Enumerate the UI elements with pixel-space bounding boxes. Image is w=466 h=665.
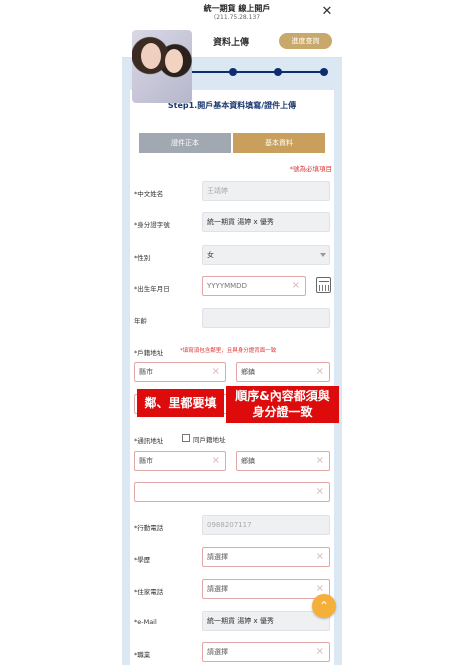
mobile-field[interactable]: 0988207117 xyxy=(202,515,330,535)
clear-icon[interactable]: × xyxy=(292,277,300,295)
same-as-household-label: 同戶籍地址 xyxy=(193,436,226,444)
calendar-icon[interactable] xyxy=(316,277,331,293)
page-title: 資料上傳 xyxy=(212,38,249,48)
email-field[interactable]: 統一期貨 湯婷 x 優秀 xyxy=(202,611,330,631)
name-field[interactable]: 王靖婷 xyxy=(202,181,330,201)
id-row: *身分證字號 統一期貨 湯婷 x 優秀 xyxy=(130,212,334,236)
gender-row: *性別 女 xyxy=(130,245,334,269)
close-icon[interactable]: ✕ xyxy=(320,5,334,19)
callout-neighborhood-note: 鄰、里都要填 xyxy=(137,389,224,417)
callout-order-line2: 身分證一致 xyxy=(252,405,313,419)
household-address-label: *戶籍地址 xyxy=(134,349,164,357)
mailing-address-label: *通訊地址 xyxy=(134,437,164,445)
home-phone-value: 請選擇 xyxy=(207,585,228,593)
birthday-row: *出生年月日 YYYYMMDD × xyxy=(130,276,334,300)
home-phone-label: *住家電話 xyxy=(134,588,164,596)
age-label: 年齡 xyxy=(134,317,147,325)
mailing-county-input[interactable]: 縣市 × xyxy=(134,451,226,471)
top-bar: 統一期貨 線上開戶 (211.75.28.137 ✕ xyxy=(122,0,342,28)
app-title: 統一期貨 線上開戶 xyxy=(203,4,271,13)
birthday-input[interactable]: YYYYMMDD × xyxy=(202,276,306,296)
mailing-address-fields: 縣市 × 鄉鎮 × xyxy=(130,451,334,475)
household-address-note: *填寫須包含鄰里，且與身分證背面一致 xyxy=(180,348,277,354)
clear-icon[interactable]: × xyxy=(212,363,220,381)
household-county-input[interactable]: 縣市 × xyxy=(134,362,226,382)
chevron-down-icon xyxy=(320,253,326,257)
education-value: 請選擇 xyxy=(207,553,228,561)
step-dot xyxy=(320,68,328,76)
education-label: *學歷 xyxy=(134,556,151,564)
tab-id-original[interactable]: 證件正本 xyxy=(139,133,231,153)
id-label: *身分證字號 xyxy=(134,221,170,229)
job-row: *職業 請選擇 × xyxy=(130,642,334,665)
scroll-top-button[interactable]: ⌃ xyxy=(312,594,336,618)
header: 資料上傳 進度查詢 xyxy=(122,28,342,103)
clear-icon[interactable]: × xyxy=(316,483,324,501)
age-row: 年齡 xyxy=(130,308,334,332)
birthday-placeholder: YYYYMMDD xyxy=(207,282,247,290)
form-tabs: 證件正本 基本資料 xyxy=(139,133,325,153)
mobile-label: *行動電話 xyxy=(134,524,164,532)
name-label: *中文姓名 xyxy=(134,190,164,198)
household-district-placeholder: 鄉鎮 xyxy=(241,368,255,376)
email-label: *e-Mail xyxy=(134,618,157,626)
mobile-row: *行動電話 0988207117 xyxy=(130,515,334,539)
same-as-household-checkbox[interactable] xyxy=(182,434,190,442)
job-select[interactable]: 請選擇 × xyxy=(202,642,330,662)
ip-address: (211.75.28.137 xyxy=(213,14,261,21)
home-phone-select[interactable]: 請選擇 × xyxy=(202,579,330,599)
job-value: 請選擇 xyxy=(207,648,228,656)
mailing-district-input[interactable]: 鄉鎮 × xyxy=(236,451,330,471)
callout-order-line1: 順序&內容都須與 xyxy=(235,389,330,403)
household-address-fields: 縣市 × 鄉鎮 × xyxy=(130,362,334,386)
clear-icon[interactable]: × xyxy=(316,452,324,470)
mailing-address-row: *通訊地址 同戶籍地址 xyxy=(130,428,334,452)
required-note: *號為必填項目 xyxy=(289,165,332,173)
mailing-district-placeholder: 鄉鎮 xyxy=(241,457,255,465)
mailing-county-placeholder: 縣市 xyxy=(139,457,153,465)
home-phone-row: *住家電話 請選擇 × xyxy=(130,579,334,603)
age-field xyxy=(202,308,330,328)
household-address-row: *戶籍地址 *填寫須包含鄰里，且與身分證背面一致 xyxy=(130,340,334,364)
email-row: *e-Mail 統一期貨 湯婷 x 優秀 xyxy=(130,611,334,635)
id-field[interactable]: 統一期貨 湯婷 x 優秀 xyxy=(202,212,330,232)
mailing-detail-input[interactable]: × xyxy=(134,482,330,502)
form-card: Step1.開戶基本資料填寫/證件上傳 證件正本 基本資料 *號為必填項目 *中… xyxy=(130,90,334,665)
mailing-detail-row: × xyxy=(130,482,334,506)
callout-order-note: 順序&內容都須與 身分證一致 xyxy=(226,386,339,423)
gender-label: *性別 xyxy=(134,254,151,262)
household-county-placeholder: 縣市 xyxy=(139,368,153,376)
clear-icon[interactable]: × xyxy=(316,643,324,661)
profile-photo xyxy=(132,30,192,103)
progress-query-button[interactable]: 進度查詢 xyxy=(279,33,332,49)
tab-basic-info[interactable]: 基本資料 xyxy=(233,133,325,153)
step-dot xyxy=(229,68,237,76)
name-row: *中文姓名 王靖婷 xyxy=(130,181,334,205)
clear-icon[interactable]: × xyxy=(316,363,324,381)
gender-select[interactable]: 女 xyxy=(202,245,330,265)
education-row: *學歷 請選擇 × xyxy=(130,547,334,571)
household-district-input[interactable]: 鄉鎮 × xyxy=(236,362,330,382)
mobile-form-screen: 統一期貨 線上開戶 (211.75.28.137 ✕ 資料上傳 進度查詢 Ste… xyxy=(122,0,342,665)
birthday-label: *出生年月日 xyxy=(134,285,170,293)
step-dot xyxy=(274,68,282,76)
education-select[interactable]: 請選擇 × xyxy=(202,547,330,567)
gender-value: 女 xyxy=(207,251,214,259)
clear-icon[interactable]: × xyxy=(316,548,324,566)
job-label: *職業 xyxy=(134,651,151,659)
clear-icon[interactable]: × xyxy=(212,452,220,470)
